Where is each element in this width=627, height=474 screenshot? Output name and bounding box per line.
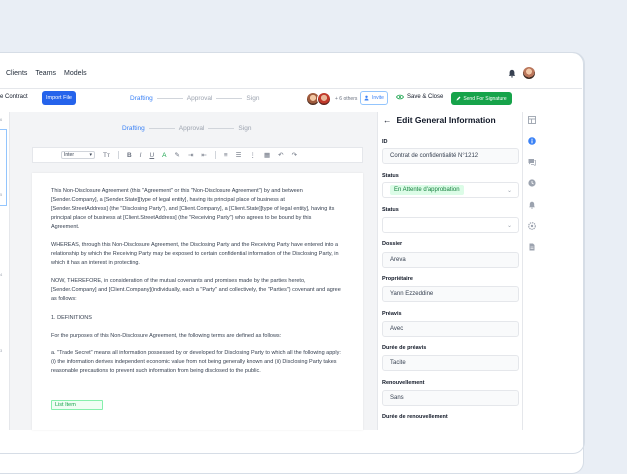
pen-icon — [456, 96, 461, 101]
font-select[interactable]: Inter ▾ — [61, 151, 95, 159]
ruler-mark: 3 — [0, 348, 3, 353]
panel-header: ← Edit General Information — [383, 115, 496, 125]
toolbar-separator — [214, 151, 216, 159]
step-connector — [156, 98, 183, 99]
font-select-value: Inter — [64, 152, 75, 158]
document-page[interactable]: This Non-Disclosure Agreement (this "Agr… — [32, 173, 363, 430]
workflow-steps-top: Drafting Approval Sign — [130, 95, 259, 102]
nav-link-models[interactable]: Models — [64, 70, 87, 77]
renewal-field[interactable]: Sans — [382, 390, 519, 406]
invite-button[interactable]: Invite — [360, 91, 388, 105]
chevron-down-icon: ⌄ — [506, 187, 512, 194]
section-heading: 1. DEFINITIONS — [51, 315, 92, 321]
underline-icon[interactable]: U — [149, 152, 154, 159]
info-icon[interactable] — [528, 137, 536, 145]
highlight-icon[interactable]: ✎ — [175, 151, 180, 159]
notification-bell-icon[interactable] — [528, 201, 536, 209]
paragraph: NOW, THEREFORE, in consideration of the … — [51, 278, 341, 302]
document-icon[interactable] — [528, 243, 536, 251]
send-signature-button[interactable]: Send For Signature — [451, 92, 512, 105]
text-color-icon[interactable]: A — [162, 152, 166, 159]
field-label: Status — [382, 207, 399, 213]
numbered-list-icon[interactable]: ⋮ — [250, 151, 257, 159]
header-divider — [0, 88, 582, 89]
formatting-toolbar: Inter ▾ Tт B I U A ✎ ⇥ ⇤ ≡ ☰ ⋮ ▦ ↶ ↷ — [32, 147, 363, 163]
eye-icon — [396, 94, 404, 100]
text-size-icon[interactable]: Tт — [103, 152, 110, 159]
owner-field[interactable]: Yann Ezzeddine — [382, 286, 519, 302]
dossier-field[interactable]: Areva — [382, 252, 519, 268]
chevron-down-icon: ⌄ — [506, 222, 512, 229]
settings-icon[interactable] — [528, 222, 536, 230]
send-signature-label: Send For Signature — [463, 95, 507, 102]
field-label: Status — [382, 173, 399, 179]
toolbar-separator — [117, 151, 119, 159]
ruler-mark: 6 — [0, 117, 3, 122]
step-approval[interactable]: Approval — [179, 125, 205, 132]
save-close-label: Save & Close — [407, 94, 444, 100]
step-connector — [208, 128, 235, 129]
indent-icon[interactable]: ⇥ — [188, 151, 193, 159]
field-label: ID — [382, 139, 388, 145]
paragraph: For the purposes of this Non-Disclosure … — [51, 333, 282, 339]
collaborators[interactable]: + 6 others — [306, 92, 357, 106]
back-arrow-icon[interactable]: ← — [383, 115, 392, 125]
status-select-2[interactable]: ⌄ — [382, 217, 519, 233]
invite-label: Invite — [372, 95, 384, 101]
ruler-mark: 4 — [0, 272, 3, 277]
paragraph: a. "Trade Secret" means all information … — [51, 350, 341, 374]
others-count: + 6 others — [335, 96, 358, 102]
step-connector — [148, 128, 175, 129]
chevron-down-icon: ▾ — [89, 152, 92, 158]
field-label: Renouvellement — [382, 380, 425, 386]
bell-icon[interactable] — [508, 69, 516, 78]
nav-link-teams[interactable]: Teams — [35, 70, 56, 77]
field-label: Préavis — [382, 311, 402, 317]
bold-icon[interactable]: B — [127, 152, 132, 159]
redo-icon[interactable]: ↷ — [292, 151, 297, 159]
layout-icon[interactable] — [528, 116, 536, 124]
paragraph: This Non-Disclosure Agreement (this "Agr… — [51, 188, 335, 230]
step-drafting[interactable]: Drafting — [130, 95, 153, 102]
step-drafting[interactable]: Drafting — [122, 125, 145, 132]
align-left-icon[interactable]: ≡ — [224, 152, 228, 159]
panel-title: Edit General Information — [396, 115, 496, 125]
save-close-button[interactable]: Save & Close — [396, 94, 443, 100]
undo-icon[interactable]: ↶ — [278, 151, 283, 159]
bullet-list-icon[interactable]: ☰ — [236, 151, 242, 159]
chat-icon[interactable] — [528, 158, 536, 166]
workflow-steps-doc: Drafting Approval Sign — [122, 125, 251, 132]
step-approval[interactable]: Approval — [187, 95, 213, 102]
italic-icon[interactable]: I — [140, 152, 142, 159]
ruler: 6 5 4 3 — [0, 112, 10, 430]
status-tag: En Attente d'approbation — [390, 185, 464, 195]
step-sign[interactable]: Sign — [238, 125, 251, 132]
top-nav: Clients Teams Models — [6, 70, 87, 77]
import-file-button[interactable]: Import File — [42, 91, 76, 105]
person-add-icon — [364, 95, 369, 101]
step-sign[interactable]: Sign — [246, 95, 259, 102]
field-label: Durée de préavis — [382, 345, 427, 351]
contract-label: e Contract — [0, 94, 28, 100]
ruler-selection[interactable] — [0, 129, 7, 206]
notice-duration-field[interactable]: Tacite — [382, 355, 519, 371]
field-label: Dossier — [382, 241, 403, 247]
clock-icon[interactable] — [528, 179, 536, 187]
step-connector — [216, 98, 243, 99]
outdent-icon[interactable]: ⇤ — [201, 151, 206, 159]
collaborator-avatar — [317, 92, 331, 106]
notice-field[interactable]: Avec — [382, 321, 519, 337]
field-label: Durée de renouvellement — [382, 414, 448, 420]
nav-link-clients[interactable]: Clients — [6, 70, 27, 77]
id-field[interactable]: Contrat de confidentialité N°1212 — [382, 148, 519, 164]
table-icon[interactable]: ▦ — [264, 151, 270, 159]
paragraph: WHEREAS, through this Non-Disclosure Agr… — [51, 242, 339, 266]
field-label: Propriétaire — [382, 276, 413, 282]
user-avatar[interactable] — [523, 67, 535, 79]
list-item-field[interactable]: List Item — [51, 400, 103, 410]
status-select[interactable]: En Attente d'approbation ⌄ — [382, 182, 519, 198]
